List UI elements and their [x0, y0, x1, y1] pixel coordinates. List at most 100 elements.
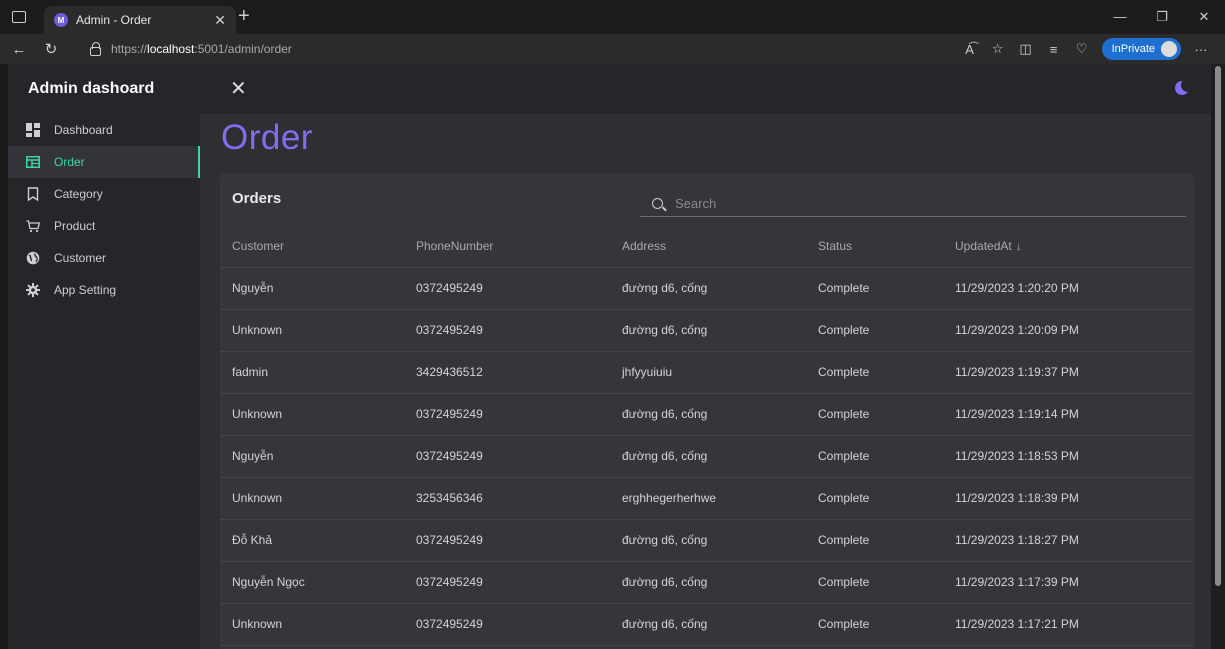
cell-phone: 3253456346	[416, 477, 622, 520]
sidebar-item-label: Product	[54, 219, 96, 233]
inprivate-badge[interactable]: InPrivate	[1101, 38, 1181, 60]
browser-tab[interactable]: M Admin - Order ✕	[44, 6, 236, 34]
cell-updated-at: 11/29/2023 1:18:39 PM	[955, 477, 1194, 520]
page-scrollbar[interactable]	[1211, 64, 1225, 649]
search-input[interactable]	[675, 196, 1155, 211]
cell-updated-at: 11/29/2023 1:19:37 PM	[955, 351, 1194, 394]
favorites-list-icon[interactable]: ≡	[1040, 42, 1068, 57]
cell-phone: 0372495249	[416, 561, 622, 604]
sidebar-item-order[interactable]: Order	[8, 146, 200, 178]
cell-status: Complete	[818, 351, 955, 394]
cell-address: đường d6, cống	[622, 267, 818, 310]
cell-updated-at: 11/29/2023 1:17:21 PM	[955, 603, 1194, 646]
sidebar-title: Admin dashoard	[28, 80, 155, 97]
cell-updated-at: 11/29/2023 1:19:14 PM	[955, 393, 1194, 436]
cell-address: đường d6, cống	[622, 435, 818, 478]
dark-mode-toggle-icon[interactable]	[1175, 81, 1189, 95]
tab-close-icon[interactable]: ✕	[214, 12, 226, 29]
column-header-label: UpdatedAt	[955, 238, 1012, 253]
dashboard-icon	[26, 123, 40, 137]
sidebar-item-category[interactable]: Category	[8, 178, 200, 210]
table-header-row: Customer PhoneNumber Address Status Upda…	[220, 225, 1194, 268]
sidebar-item-label: Order	[54, 155, 85, 169]
table-row[interactable]: Nguyễn Ngọc 0372495249 đường d6, cống Compl…	[220, 561, 1194, 604]
column-header-customer[interactable]: Customer	[220, 225, 416, 268]
table-row[interactable]: Unknown 0372495249 đường d6, cống Complete 1…	[220, 393, 1194, 436]
site-favicon-icon: M	[54, 13, 68, 27]
cell-updated-at: 11/29/2023 1:18:53 PM	[955, 435, 1194, 478]
cell-address: đường d6, cống	[622, 309, 818, 352]
cell-address: đường d6, cống	[622, 519, 818, 562]
read-aloud-icon[interactable]: A͡	[956, 42, 984, 57]
cell-status: Complete	[818, 519, 955, 562]
bookmark-icon	[26, 187, 40, 201]
cell-address: đường d6, cống	[622, 603, 818, 646]
cell-customer: Unknown	[220, 393, 416, 436]
favorite-star-icon[interactable]: ☆	[984, 41, 1012, 57]
more-menu-icon[interactable]: ···	[1187, 42, 1215, 57]
cell-status: Complete	[818, 267, 955, 310]
cell-status: Complete	[818, 477, 955, 520]
cell-phone: 0372495249	[416, 393, 622, 436]
restore-icon[interactable]: ❐	[1141, 0, 1183, 34]
lock-icon	[90, 41, 101, 56]
browser-tabbar: M Admin - Order ✕ + — ❐ ✕	[0, 0, 1225, 34]
column-header-phonenumber[interactable]: PhoneNumber	[416, 225, 622, 268]
table-row[interactable]: Đỗ Khả 0372495249 đường d6, cống Complete 11…	[220, 519, 1194, 562]
sidebar-item-dashboard[interactable]: Dashboard	[8, 114, 200, 146]
minimize-icon[interactable]: —	[1099, 0, 1141, 34]
page-title: Order	[221, 118, 313, 157]
sidebar-item-label: Category	[54, 187, 103, 201]
sidebar-item-app-setting[interactable]: App Setting	[8, 274, 200, 306]
cell-customer: Unknown	[220, 603, 416, 646]
table-row[interactable]: Unknown 0372495249 đường d6, cống Complete 1…	[220, 309, 1194, 352]
sidebar-item-product[interactable]: Product	[8, 210, 200, 242]
cell-phone: 0372495249	[416, 603, 622, 646]
cell-customer: Nguyễn	[220, 435, 416, 478]
cell-customer: Unknown	[220, 477, 416, 520]
browser-essentials-icon[interactable]: ♡	[1068, 41, 1096, 57]
sidebar-item-customer[interactable]: Customer	[8, 242, 200, 274]
main-content: Order Orders Customer PhoneNumber Addres…	[200, 114, 1211, 649]
column-header-updatedat[interactable]: UpdatedAt ↓	[955, 225, 1194, 268]
back-icon[interactable]: ←	[6, 41, 32, 58]
address-bar-tools: A͡ ☆ ◫ ≡ ♡ InPrivate ···	[956, 37, 1215, 61]
column-header-address[interactable]: Address	[622, 225, 818, 268]
sidebar-item-label: Dashboard	[54, 123, 113, 137]
table-row[interactable]: fadmin 3429436512 jhfyyuiuiu Complete 11/29/…	[220, 351, 1194, 394]
gear-icon	[26, 283, 40, 297]
cell-phone: 0372495249	[416, 435, 622, 478]
table-row[interactable]: Nguyễn 0372495249 đường d6, cống Complete 11…	[220, 267, 1194, 310]
search-box	[640, 191, 1186, 217]
url-prefix: https://	[111, 42, 148, 56]
orders-table: Customer PhoneNumber Address Status Upda…	[220, 225, 1194, 646]
cell-status: Complete	[818, 603, 955, 646]
cell-phone: 3429436512	[416, 351, 622, 394]
topbar: ✕	[200, 64, 1211, 114]
cell-updated-at: 11/29/2023 1:18:27 PM	[955, 519, 1194, 562]
search-icon	[652, 198, 663, 209]
app-window: Admin dashoard Dashboard Order Category …	[8, 64, 1211, 649]
table-row[interactable]: Unknown 3253456346 erghhegerherhwe Complete…	[220, 477, 1194, 520]
url-field[interactable]: https://localhost:5001/admin/order	[90, 37, 920, 61]
sidebar-item-label: Customer	[54, 251, 107, 265]
new-tab-button[interactable]: +	[238, 5, 250, 28]
cell-address: đường d6, cống	[622, 561, 818, 604]
sort-descending-icon[interactable]: ↓	[1016, 239, 1022, 253]
window-close-icon[interactable]: ✕	[1183, 0, 1225, 34]
table-row[interactable]: Unknown 0372495249 đường d6, cống Complete 1…	[220, 603, 1194, 646]
cell-customer: Nguyễn Ngọc	[220, 561, 416, 604]
close-menu-icon[interactable]: ✕	[230, 76, 247, 101]
tab-actions-icon[interactable]	[12, 11, 26, 23]
cell-customer: Đỗ Khả	[220, 519, 416, 562]
cell-phone: 0372495249	[416, 267, 622, 310]
order-icon	[26, 155, 40, 169]
column-header-status[interactable]: Status	[818, 225, 955, 268]
cell-address: erghhegerherhwe	[622, 477, 818, 520]
scrollbar-thumb[interactable]	[1215, 66, 1221, 586]
refresh-icon[interactable]: ↻	[38, 40, 64, 58]
tab-title: Admin - Order	[76, 13, 152, 27]
table-row[interactable]: Nguyễn 0372495249 đường d6, cống Complete 11…	[220, 435, 1194, 478]
cell-phone: 0372495249	[416, 519, 622, 562]
split-screen-icon[interactable]: ◫	[1012, 41, 1040, 57]
